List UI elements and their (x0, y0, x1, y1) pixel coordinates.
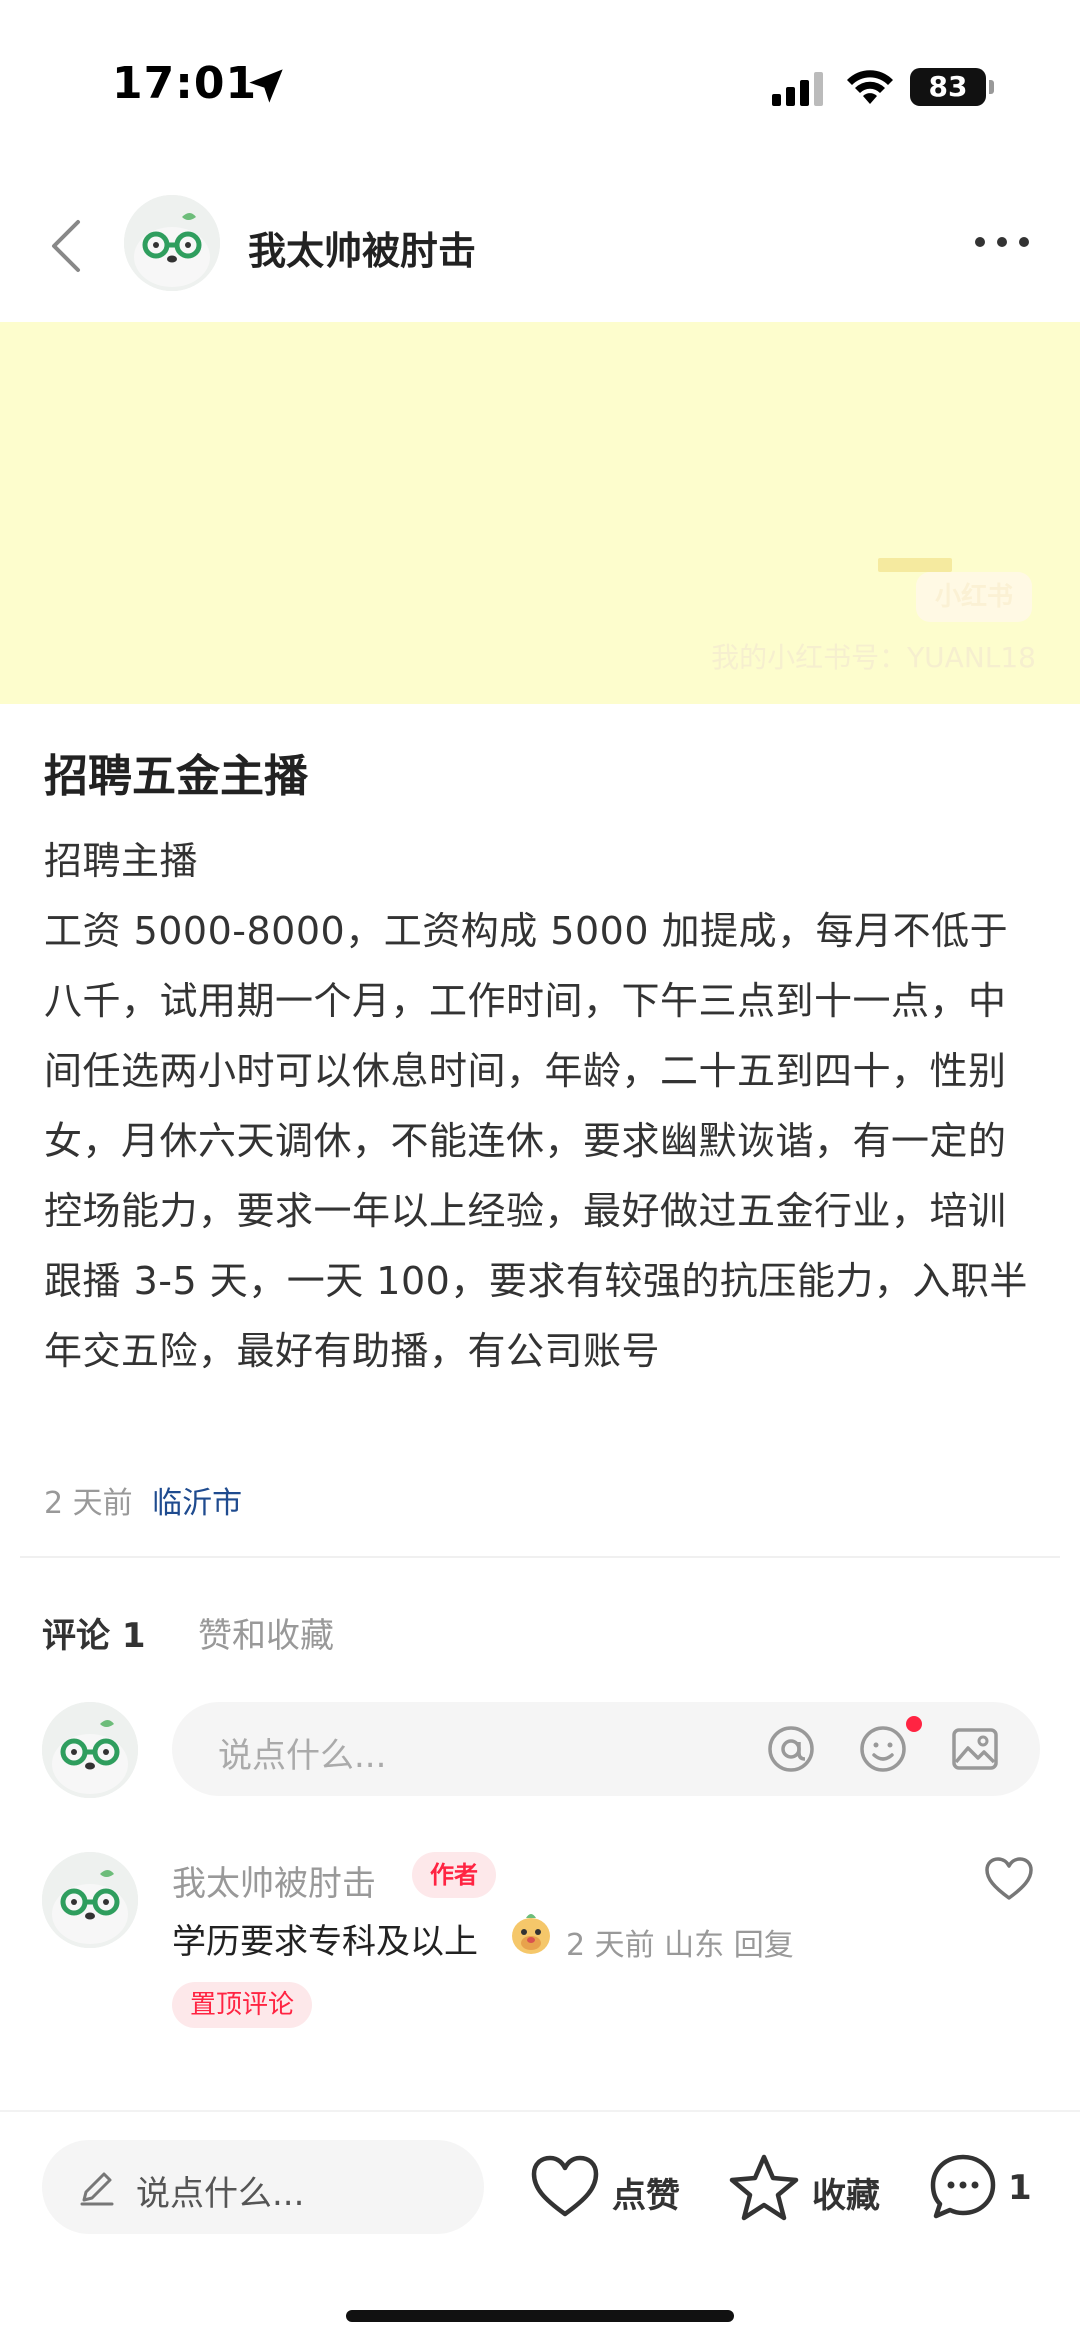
divider (20, 1556, 1060, 1558)
mole-emoji-icon (512, 1914, 550, 1954)
post-title: 招聘五金主播 (44, 751, 308, 802)
post-meta: 2 天前 临沂市 (44, 1478, 242, 1522)
author-name[interactable]: 我太帅被肘击 (248, 220, 476, 275)
favorite-button[interactable]: 收藏 (728, 2150, 888, 2226)
tab-comments[interactable]: 评论 1 (42, 1608, 146, 1657)
author-badge: 作者 (412, 1852, 496, 1898)
comment-input[interactable]: 说点什么... (172, 1702, 1040, 1796)
like-button[interactable]: 点赞 (530, 2150, 690, 2226)
post-location-link[interactable]: 临沂市 (152, 1486, 242, 1521)
favorite-label: 收藏 (812, 2176, 880, 2216)
more-options-icon[interactable] (972, 234, 1032, 250)
back-icon[interactable] (48, 218, 82, 274)
post-time: 2 天前 (44, 1486, 133, 1521)
watermark-id: 我的小红书号：YUANL18 (711, 641, 1036, 674)
notification-dot (906, 1716, 922, 1732)
post-image[interactable]: 小红书 我的小红书号：YUANL18 (0, 322, 1080, 704)
post-body: 招聘主播 工资 5000-8000，工资构成 5000 加提成，每月不低于八千，… (44, 839, 1028, 1373)
comment-meta[interactable]: 2 天前 山东 回复 (566, 1920, 794, 1964)
star-icon (729, 2154, 799, 2221)
like-label: 点赞 (612, 2176, 680, 2216)
battery-indicator: 83 (910, 68, 994, 106)
comment-like-icon[interactable] (984, 1856, 1034, 1902)
heart-icon (531, 2155, 599, 2217)
status-time: 17:01 (112, 58, 258, 109)
post-header: 我太帅被肘击 (0, 190, 1080, 300)
pinned-comment-badge: 置顶评论 (172, 1982, 312, 2028)
comment-button[interactable]: 1 (928, 2150, 1048, 2226)
wifi-icon (847, 70, 893, 104)
emoji-icon[interactable] (858, 1724, 908, 1774)
my-avatar (42, 1702, 138, 1798)
commenter-name[interactable]: 我太帅被肘击 (172, 1856, 376, 1905)
bottom-divider (0, 2110, 1080, 2112)
tab-likes-favs[interactable]: 赞和收藏 (198, 1608, 334, 1657)
comment-bubble-icon (930, 2154, 996, 2219)
image-icon[interactable] (950, 1724, 1000, 1774)
pencil-icon (80, 2172, 114, 2206)
commenter-avatar[interactable] (42, 1852, 138, 1948)
watermark-bar (878, 558, 952, 572)
location-arrow-icon (249, 69, 283, 103)
home-indicator[interactable] (346, 2310, 734, 2322)
watermark-logo: 小红书 (916, 572, 1032, 622)
author-avatar[interactable] (124, 195, 220, 291)
bottom-comment-input[interactable]: 说点什么... (42, 2140, 484, 2234)
cellular-signal-icon (772, 72, 823, 106)
comment-input-placeholder: 说点什么... (218, 1736, 387, 1776)
comment-count: 1 (1008, 2168, 1032, 2208)
comment-text: 学历要求专科及以上 (172, 1922, 478, 1962)
mention-icon[interactable] (766, 1724, 816, 1774)
status-bar: 17:01 83 (0, 0, 1080, 140)
bottom-input-placeholder: 说点什么... (136, 2174, 305, 2214)
